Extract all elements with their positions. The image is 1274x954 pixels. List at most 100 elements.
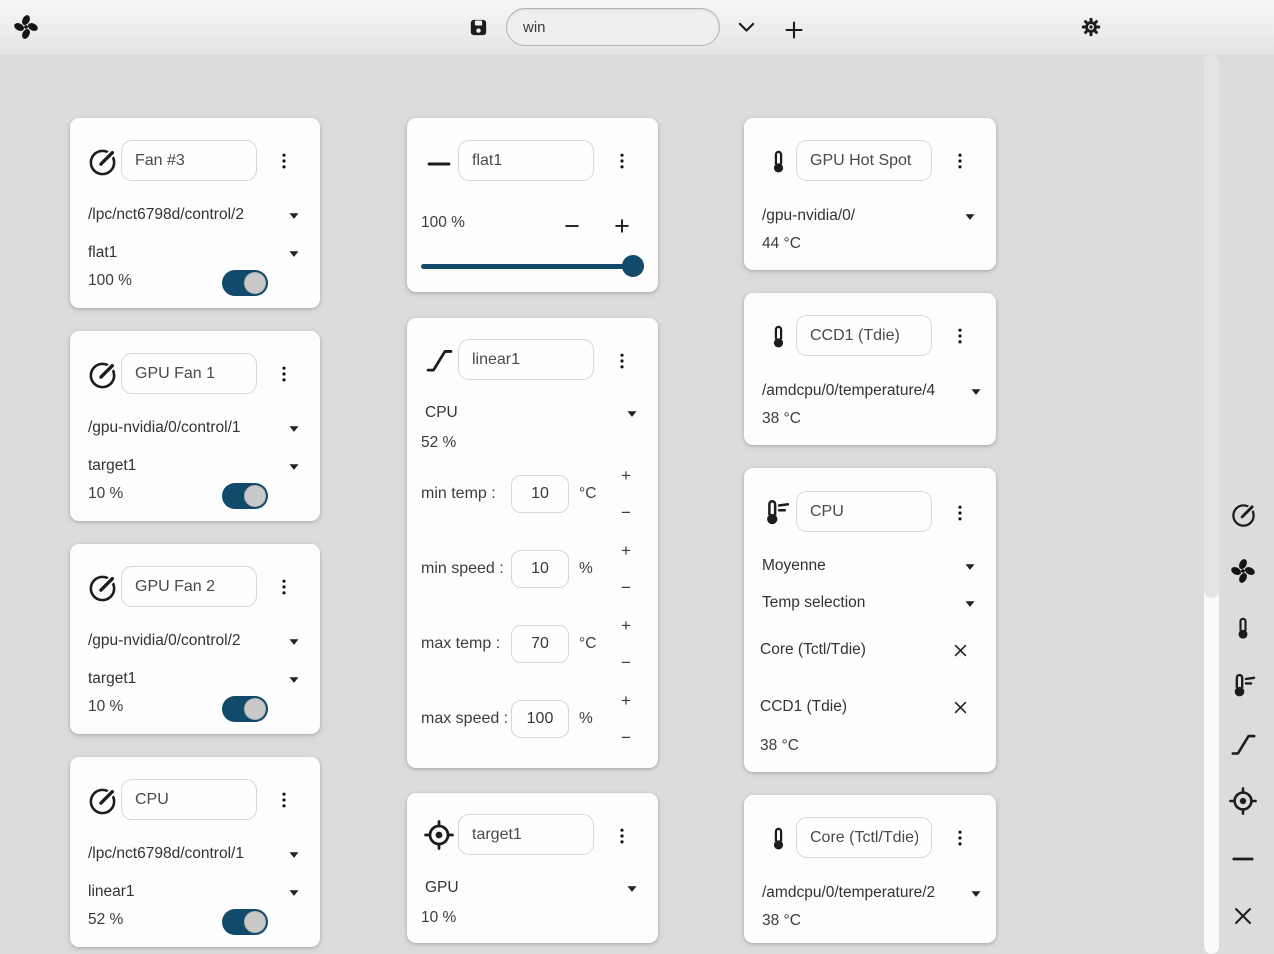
mix-function-select[interactable]: Moyenne (762, 553, 976, 579)
add-profile-plus-icon[interactable] (782, 18, 806, 42)
kebab-menu-icon[interactable] (947, 320, 973, 352)
field-label: max temp : (421, 625, 500, 663)
toolbar-target-icon[interactable] (1223, 781, 1263, 821)
fan-sensor-select[interactable]: /gpu-nvidia/0/control/1 (88, 415, 300, 441)
fan-curve-value: linear1 (88, 883, 135, 901)
field-value-input[interactable] (511, 625, 569, 663)
fan-sensor-value: /gpu-nvidia/0/control/1 (88, 419, 241, 437)
field-value-input[interactable] (511, 475, 569, 513)
kebab-menu-icon[interactable] (947, 497, 973, 529)
field-unit: °C (579, 625, 596, 663)
field-label: min temp : (421, 475, 496, 513)
field-label: max speed : (421, 700, 508, 738)
field-unit: % (579, 700, 593, 738)
mix-sensor-label: CCD1 (Tdie) (760, 698, 847, 716)
temp-value: 38 °C (762, 410, 801, 428)
temp-name-input[interactable] (796, 817, 932, 858)
kebab-menu-icon[interactable] (947, 145, 973, 177)
stepper-plus-icon[interactable]: + (611, 615, 641, 637)
stepper-minus-icon[interactable]: − (611, 502, 641, 524)
fan-control-card: /lpc/nct6798d/control/1 linear1 52 % (70, 757, 320, 947)
temp-name-input[interactable] (796, 491, 932, 532)
stepper-minus-icon[interactable]: − (611, 652, 641, 674)
target-percent-value: 10 % (421, 909, 456, 927)
decrease-minus-icon[interactable]: − (555, 207, 589, 245)
target-source-select[interactable]: GPU (425, 875, 638, 901)
mix-function-value: Moyenne (762, 557, 826, 575)
remove-x-icon[interactable] (948, 695, 972, 719)
fan-enable-toggle[interactable] (222, 909, 268, 935)
chevron-down-icon (288, 462, 300, 471)
field-unit: % (579, 550, 593, 588)
fan-speed-value: 10 % (88, 698, 123, 716)
stepper-minus-icon[interactable]: − (611, 727, 641, 749)
stepper-minus-icon[interactable]: − (611, 577, 641, 599)
flat-percent-slider[interactable] (421, 264, 644, 269)
flat-curve-card: 100 % − + (407, 118, 658, 292)
fan-sensor-value: /lpc/nct6798d/control/2 (88, 206, 244, 224)
chevron-down-icon (288, 249, 300, 258)
curve-name-input[interactable] (458, 140, 594, 181)
kebab-menu-icon[interactable] (271, 571, 297, 603)
settings-gear-icon[interactable] (1080, 16, 1102, 38)
fan-enable-toggle[interactable] (222, 483, 268, 509)
stepper-plus-icon[interactable]: + (611, 540, 641, 562)
toolbar-thermometer-icon[interactable] (1223, 609, 1263, 649)
mix-sensor-row: CCD1 (Tdie) (760, 693, 972, 721)
fan-curve-select[interactable]: flat1 (88, 240, 300, 266)
kebab-menu-icon[interactable] (271, 784, 297, 816)
fan-enable-toggle[interactable] (222, 270, 268, 296)
linear-source-select[interactable]: CPU (425, 400, 638, 426)
temp-sensor-select[interactable]: /amdcpu/0/temperature/2 (762, 880, 982, 906)
field-value-input[interactable] (511, 550, 569, 588)
toolbar-close-x-icon[interactable] (1223, 896, 1263, 936)
stepper-plus-icon[interactable]: + (611, 690, 641, 712)
profile-name-input[interactable] (506, 8, 720, 46)
toolbar-thermometer-mix-icon[interactable] (1223, 666, 1263, 706)
fan-sensor-select[interactable]: /gpu-nvidia/0/control/2 (88, 628, 300, 654)
remove-x-icon[interactable] (948, 638, 972, 662)
target-icon (423, 819, 455, 851)
toolbar-linear-curve-icon[interactable] (1223, 724, 1263, 764)
chevron-down-icon (288, 888, 300, 897)
toolbar-gauge-icon[interactable] (1223, 495, 1263, 535)
field-value-input[interactable] (511, 700, 569, 738)
kebab-menu-icon[interactable] (271, 145, 297, 177)
temp-name-input[interactable] (796, 315, 932, 356)
slider-thumb[interactable] (622, 255, 644, 277)
temp-sensor-select[interactable]: /gpu-nvidia/0/ (762, 203, 976, 229)
fan-sensor-select[interactable]: /lpc/nct6798d/control/1 (88, 841, 300, 867)
fan-sensor-select[interactable]: /lpc/nct6798d/control/2 (88, 202, 300, 228)
fan-enable-toggle[interactable] (222, 696, 268, 722)
profile-chevron-down-icon[interactable] (738, 22, 755, 33)
temp-sensor-select[interactable]: /amdcpu/0/temperature/4 (762, 378, 982, 404)
curve-name-input[interactable] (458, 339, 594, 380)
increase-plus-icon[interactable]: + (605, 207, 639, 245)
save-icon[interactable] (467, 16, 490, 39)
chevron-down-icon (964, 562, 976, 571)
temp-name-input[interactable] (796, 140, 932, 181)
kebab-menu-icon[interactable] (271, 358, 297, 390)
fan-name-input[interactable] (121, 353, 257, 394)
fan-name-input[interactable] (121, 779, 257, 820)
curve-name-input[interactable] (458, 814, 594, 855)
fan-curve-select[interactable]: target1 (88, 453, 300, 479)
linear-curve-card: CPU 52 % min temp : °C + − min speed : %… (407, 318, 658, 768)
kebab-menu-icon[interactable] (609, 820, 635, 852)
kebab-menu-icon[interactable] (609, 145, 635, 177)
kebab-menu-icon[interactable] (609, 345, 635, 377)
mix-temp-selection-select[interactable]: Temp selection (762, 590, 976, 616)
scrollbar-thumb[interactable] (1204, 55, 1219, 598)
fan-curve-select[interactable]: linear1 (88, 879, 300, 905)
kebab-menu-icon[interactable] (947, 822, 973, 854)
toolbar-flat-curve-icon[interactable] (1223, 839, 1263, 879)
fan-name-input[interactable] (121, 140, 257, 181)
stepper-plus-icon[interactable]: + (611, 465, 641, 487)
temp-sensor-value: /gpu-nvidia/0/ (762, 207, 855, 225)
fan-name-input[interactable] (121, 566, 257, 607)
toolbar-fan-icon[interactable] (1223, 551, 1263, 591)
thermometer-mix-icon (760, 497, 792, 529)
thermometer-icon (762, 321, 794, 353)
fan-curve-select[interactable]: target1 (88, 666, 300, 692)
linear-curve-icon (423, 344, 455, 376)
